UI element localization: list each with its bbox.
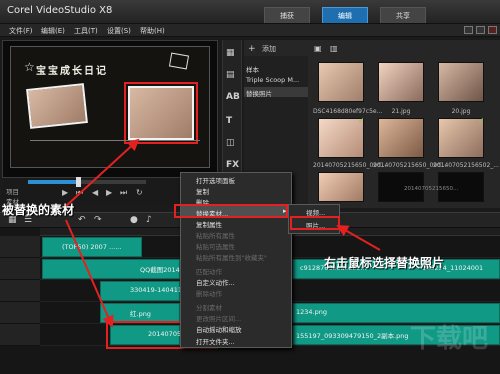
- arrow-to-clip: [65, 219, 114, 328]
- arrow-to-photo: [336, 225, 381, 251]
- watermark: 下载吧: [410, 324, 489, 354]
- arrow-to-preview: [65, 138, 140, 207]
